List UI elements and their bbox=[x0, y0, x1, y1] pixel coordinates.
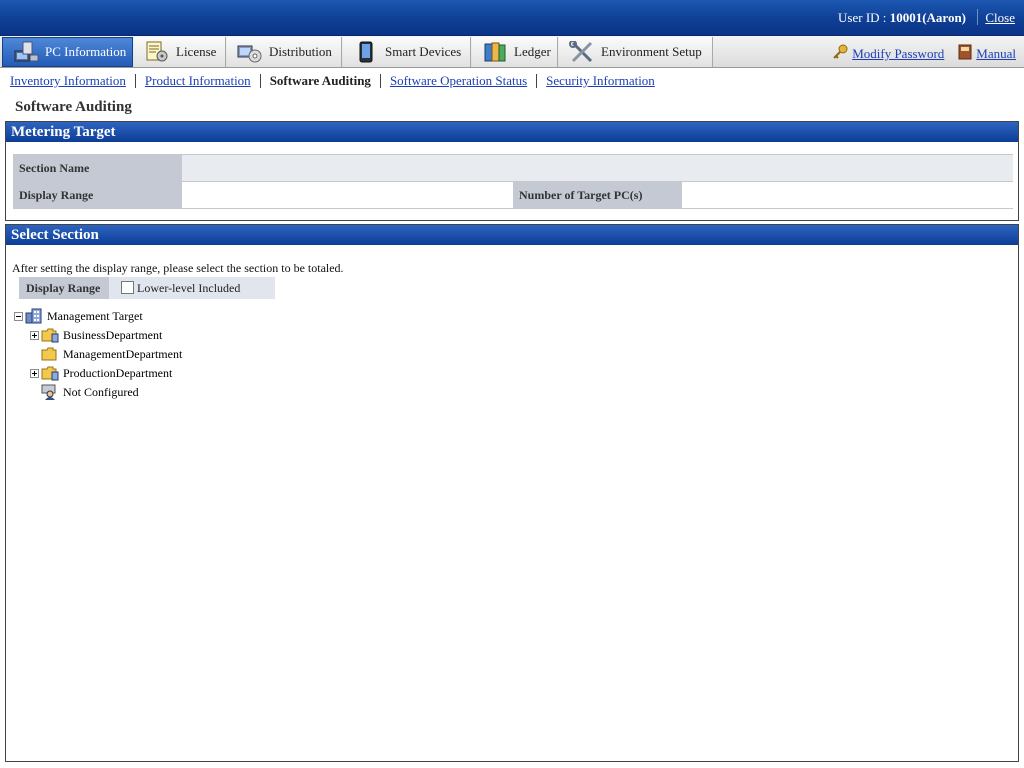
sub-navigation: Inventory Information Product Informatio… bbox=[10, 72, 655, 90]
folder-icon bbox=[41, 327, 59, 343]
tree-node-label[interactable]: ManagementDepartment bbox=[63, 347, 182, 362]
tab-distribution[interactable]: Distribution bbox=[227, 37, 342, 67]
expand-icon[interactable] bbox=[30, 330, 39, 340]
tools-icon bbox=[569, 40, 595, 63]
building-icon bbox=[25, 308, 43, 324]
license-icon bbox=[144, 41, 170, 63]
lower-level-checkbox[interactable] bbox=[121, 281, 134, 294]
tree-node-business-department[interactable]: BusinessDepartment bbox=[30, 326, 162, 344]
tab-ledger[interactable]: Ledger bbox=[472, 37, 558, 67]
collapse-icon[interactable] bbox=[14, 311, 23, 321]
user-info: User ID : 10001(Aaron) bbox=[838, 10, 966, 26]
tab-label: Smart Devices bbox=[385, 44, 462, 59]
metering-target-header: Metering Target bbox=[6, 122, 1018, 142]
user-id-prefix: User ID : bbox=[838, 10, 890, 25]
tree-node-production-department[interactable]: ProductionDepartment bbox=[30, 364, 172, 382]
divider bbox=[977, 9, 978, 25]
section-name-label: Section Name bbox=[13, 155, 182, 181]
tree-node-not-configured[interactable]: Not Configured bbox=[41, 383, 139, 401]
tab-environment-setup[interactable]: Environment Setup bbox=[559, 37, 713, 67]
subnav-security-information[interactable]: Security Information bbox=[546, 73, 655, 89]
tab-label: Ledger bbox=[514, 44, 551, 59]
tab-pc-information[interactable]: PC Information bbox=[2, 37, 133, 67]
divider bbox=[379, 74, 381, 88]
distribution-icon bbox=[237, 41, 263, 63]
folder-icon bbox=[41, 365, 59, 381]
select-section-header: Select Section bbox=[6, 225, 1018, 245]
display-range-bar: Display Range Lower-level Included bbox=[19, 277, 275, 299]
metering-target-panel: Metering Target Section Name Display Ran… bbox=[5, 121, 1019, 221]
tab-smart-devices[interactable]: Smart Devices bbox=[343, 37, 471, 67]
ledger-icon bbox=[482, 41, 508, 63]
subnav-software-operation-status[interactable]: Software Operation Status bbox=[390, 73, 527, 89]
tree-node-management-department[interactable]: ManagementDepartment bbox=[41, 345, 182, 363]
tab-label: Distribution bbox=[269, 44, 332, 59]
instruction-text: After setting the display range, please … bbox=[12, 261, 344, 275]
select-section-panel: Select Section After setting the display… bbox=[5, 224, 1019, 762]
close-link[interactable]: Close bbox=[985, 10, 1015, 26]
tab-label: License bbox=[176, 44, 217, 59]
display-range-label: Display Range bbox=[13, 182, 182, 208]
tree-node-label[interactable]: Management Target bbox=[47, 309, 143, 324]
display-range-row: Display Range Number of Target PC(s) bbox=[13, 182, 1013, 209]
display-range-label: Display Range bbox=[19, 277, 109, 299]
folder-icon bbox=[41, 346, 59, 362]
divider bbox=[259, 74, 261, 88]
subnav-software-auditing: Software Auditing bbox=[269, 73, 371, 88]
tree-node-label[interactable]: BusinessDepartment bbox=[63, 328, 162, 343]
subnav-inventory-information[interactable]: Inventory Information bbox=[10, 73, 126, 89]
user-id: 10001(Aaron) bbox=[889, 10, 966, 25]
tree-node-label[interactable]: ProductionDepartment bbox=[63, 366, 172, 381]
display-range-value bbox=[183, 182, 512, 208]
manual-book-icon bbox=[958, 44, 972, 64]
subnav-product-information[interactable]: Product Information bbox=[145, 73, 251, 89]
section-name-value bbox=[183, 155, 1013, 181]
main-tab-bar: PC Information License Distribution Smar… bbox=[0, 36, 1024, 68]
divider bbox=[536, 74, 538, 88]
expand-icon[interactable] bbox=[30, 368, 39, 378]
page-title: Software Auditing bbox=[15, 99, 132, 115]
smartphone-icon bbox=[353, 41, 379, 63]
tab-label: Environment Setup bbox=[601, 44, 702, 59]
top-bar: User ID : 10001(Aaron) Close bbox=[0, 0, 1024, 36]
tab-label: PC Information bbox=[45, 44, 127, 59]
divider bbox=[134, 74, 136, 88]
target-pcs-value bbox=[683, 182, 1013, 208]
metering-target-grid: Section Name Display Range Number of Tar… bbox=[13, 154, 1013, 209]
tree-node-label[interactable]: Not Configured bbox=[63, 385, 139, 400]
header-links: Modify Password Manual bbox=[832, 44, 1016, 64]
tree-node-management-target[interactable]: Management Target bbox=[14, 307, 143, 325]
key-icon bbox=[832, 44, 848, 64]
tab-license[interactable]: License bbox=[134, 37, 226, 67]
section-name-row: Section Name bbox=[13, 155, 1013, 182]
lower-level-label[interactable]: Lower-level Included bbox=[137, 281, 240, 296]
unassigned-icon bbox=[41, 384, 59, 400]
manual-link[interactable]: Manual bbox=[976, 46, 1016, 62]
modify-password-link[interactable]: Modify Password bbox=[852, 46, 944, 62]
target-pcs-label: Number of Target PC(s) bbox=[513, 182, 682, 208]
pc-icon bbox=[13, 41, 39, 63]
